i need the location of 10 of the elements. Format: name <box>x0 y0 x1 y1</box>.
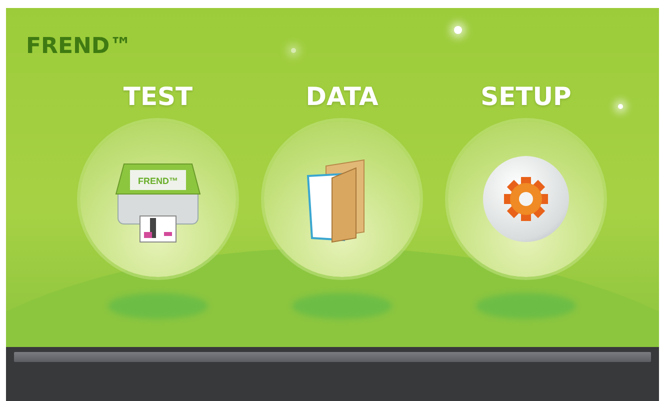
printer-icon <box>115 164 201 242</box>
sparkle-icon <box>618 104 623 109</box>
menu-label[interactable]: SETUP <box>480 82 572 111</box>
logo: FREND™ <box>26 34 132 59</box>
sparkle-icon <box>454 26 462 34</box>
menu-bubble-button[interactable]: FREND™ <box>80 121 236 277</box>
device-screen-text: FREND™ <box>138 176 178 186</box>
menu-label[interactable]: DATA <box>306 82 378 111</box>
sparkle-icon <box>291 48 296 53</box>
menu-label[interactable]: TEST <box>123 82 193 111</box>
